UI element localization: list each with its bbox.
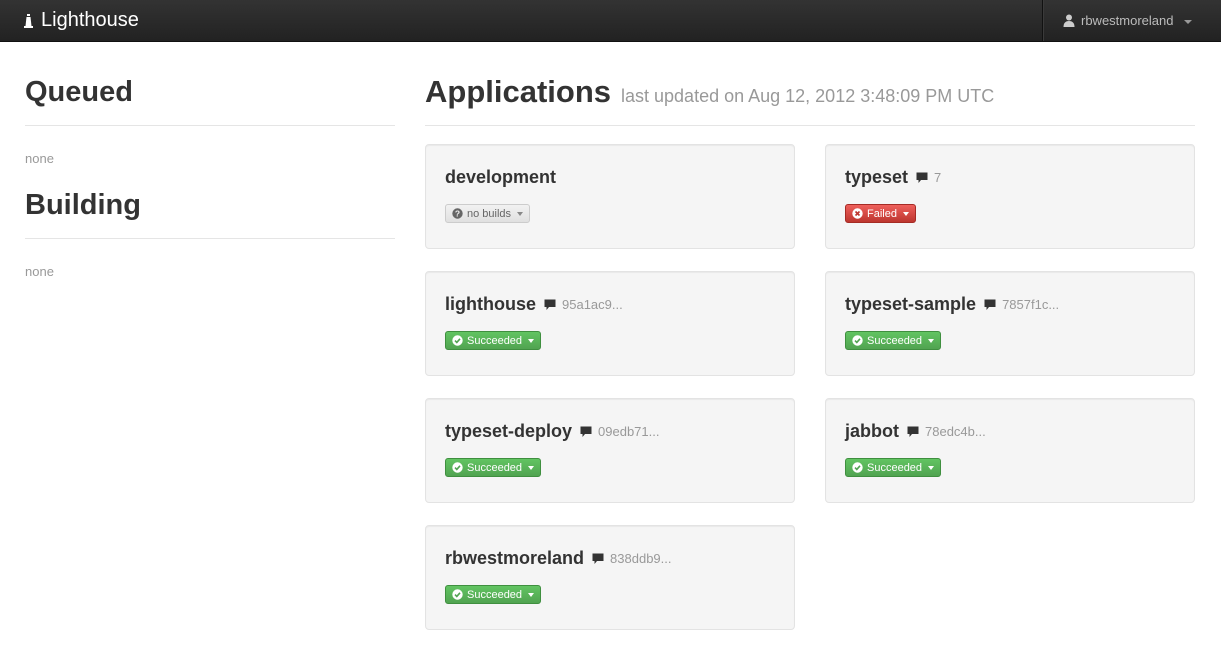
app-card-typeset-deploy: typeset-deploy 09edb71... Succeeded xyxy=(425,398,795,503)
app-card-header: development xyxy=(445,167,556,188)
app-card-typeset: typeset 7 Failed xyxy=(825,144,1195,249)
comment-icon xyxy=(984,299,996,311)
chevron-down-icon xyxy=(902,211,909,216)
app-name[interactable]: rbwestmoreland xyxy=(445,548,584,569)
status-label: Succeeded xyxy=(867,334,923,347)
user-name: rbwestmoreland xyxy=(1081,13,1174,28)
question-circle-icon: ? xyxy=(452,208,463,219)
commit-sha[interactable]: 7 xyxy=(934,170,941,185)
app-card-rbwestmoreland: rbwestmoreland 838ddb9... Succeeded xyxy=(425,525,795,630)
commit-sha[interactable]: 78edc4b... xyxy=(925,424,986,439)
commit-sha[interactable]: 95a1ac9... xyxy=(562,297,623,312)
status-dropdown[interactable]: Succeeded xyxy=(845,331,942,350)
chevron-down-icon xyxy=(528,465,535,470)
last-updated: last updated on Aug 12, 2012 3:48:09 PM … xyxy=(621,86,995,106)
status-label: Succeeded xyxy=(467,588,523,601)
check-circle-icon xyxy=(852,462,863,473)
chevron-down-icon xyxy=(928,338,935,343)
app-card-header: rbwestmoreland 838ddb9... xyxy=(445,548,672,569)
comment-icon xyxy=(907,426,919,438)
comment-icon xyxy=(580,426,592,438)
x-circle-icon xyxy=(852,208,863,219)
status-label: no builds xyxy=(467,207,512,220)
status-dropdown[interactable]: Succeeded xyxy=(445,458,542,477)
chevron-down-icon xyxy=(928,465,935,470)
check-circle-icon xyxy=(452,335,463,346)
app-name[interactable]: development xyxy=(445,167,556,188)
status-dropdown[interactable]: Succeeded xyxy=(445,331,542,350)
brand-label: Lighthouse xyxy=(41,9,139,31)
app-name[interactable]: typeset-deploy xyxy=(445,421,572,442)
comment-icon xyxy=(544,299,556,311)
lighthouse-icon xyxy=(22,13,34,29)
commit-sha[interactable]: 838ddb9... xyxy=(610,551,671,566)
app-name[interactable]: jabbot xyxy=(845,421,899,442)
app-card-lighthouse: lighthouse 95a1ac9... Succeeded xyxy=(425,271,795,376)
status-label: Failed xyxy=(867,207,897,220)
status-dropdown[interactable]: Succeeded xyxy=(445,585,542,604)
status-label: Succeeded xyxy=(467,334,523,347)
app-card-development: development ? no builds xyxy=(425,144,795,249)
comment-icon xyxy=(592,553,604,565)
check-circle-icon xyxy=(452,589,463,600)
app-card-header: typeset 7 xyxy=(845,167,941,188)
check-circle-icon xyxy=(452,462,463,473)
status-label: Succeeded xyxy=(467,461,523,474)
app-name[interactable]: lighthouse xyxy=(445,294,536,315)
commit-sha[interactable]: 09edb71... xyxy=(598,424,659,439)
app-name[interactable]: typeset-sample xyxy=(845,294,976,315)
queued-value: none xyxy=(25,151,54,166)
page-title: Applications xyxy=(425,74,612,109)
status-dropdown[interactable]: ? no builds xyxy=(445,204,531,223)
brand-link[interactable]: Lighthouse xyxy=(22,0,139,41)
queued-divider xyxy=(25,125,395,126)
navbar: Lighthouse rbwestmoreland xyxy=(0,0,1221,42)
check-circle-icon xyxy=(852,335,863,346)
user-icon xyxy=(1063,14,1075,27)
app-name[interactable]: typeset xyxy=(845,167,908,188)
chevron-down-icon xyxy=(528,592,535,597)
building-value: none xyxy=(25,264,54,279)
user-menu-dropdown[interactable]: rbwestmoreland xyxy=(1042,0,1221,41)
app-card-header: typeset-sample 7857f1c... xyxy=(845,294,1059,315)
chevron-down-icon xyxy=(528,338,535,343)
chevron-down-icon xyxy=(1183,19,1192,24)
applications-divider xyxy=(425,125,1195,126)
status-dropdown[interactable]: Failed xyxy=(845,204,916,223)
chevron-down-icon xyxy=(517,211,524,216)
building-title: Building xyxy=(25,189,141,221)
commit-sha[interactable]: 7857f1c... xyxy=(1002,297,1059,312)
status-dropdown[interactable]: Succeeded xyxy=(845,458,942,477)
app-card-header: typeset-deploy 09edb71... xyxy=(445,421,659,442)
status-label: Succeeded xyxy=(867,461,923,474)
comment-icon xyxy=(916,172,928,184)
app-card-header: jabbot 78edc4b... xyxy=(845,421,986,442)
svg-text:?: ? xyxy=(455,209,460,219)
app-card-jabbot: jabbot 78edc4b... Succeeded xyxy=(825,398,1195,503)
app-card-header: lighthouse 95a1ac9... xyxy=(445,294,623,315)
building-divider xyxy=(25,238,395,239)
applications-header: Applications last updated on Aug 12, 201… xyxy=(425,74,994,110)
queued-title: Queued xyxy=(25,76,133,108)
app-card-typeset-sample: typeset-sample 7857f1c... Succeeded xyxy=(825,271,1195,376)
